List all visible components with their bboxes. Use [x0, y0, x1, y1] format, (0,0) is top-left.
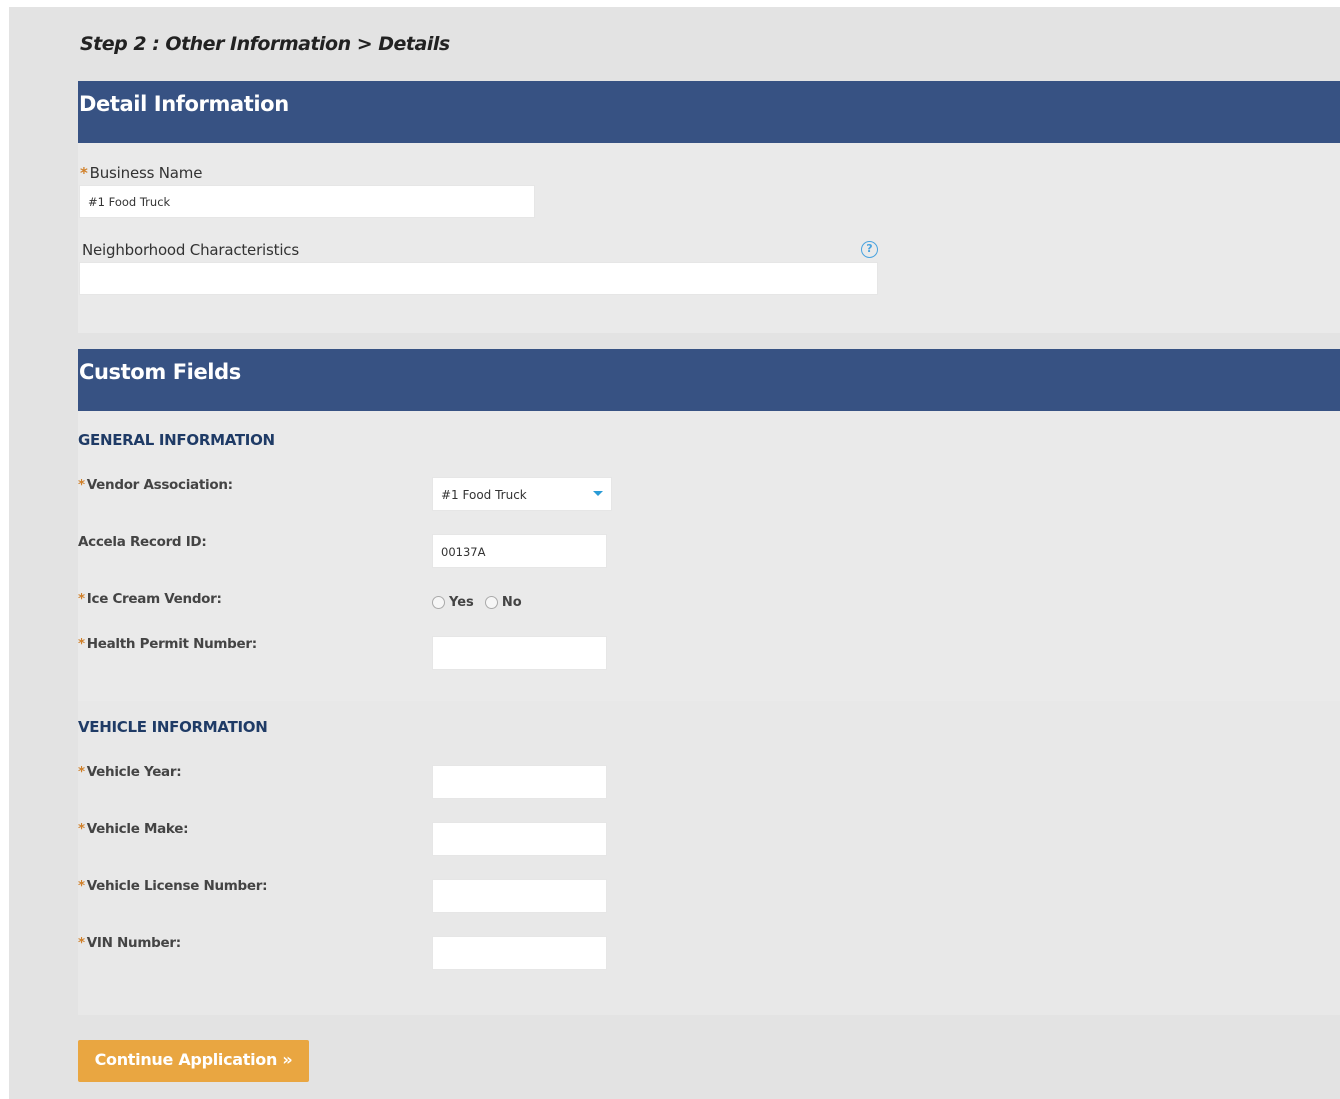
health-permit-number-label-text: Health Permit Number: [86, 636, 257, 652]
page-background: Step 2 : Other Information > Details Det… [9, 7, 1340, 1099]
accela-record-id-label: Accela Record ID: [78, 534, 207, 550]
custom-fields-header: Custom Fields [78, 349, 1340, 411]
required-mark: * [78, 821, 85, 837]
vehicle-make-label-text: Vehicle Make: [86, 821, 189, 837]
neighborhood-characteristics-input[interactable] [79, 262, 878, 295]
ice-cream-vendor-label: * Ice Cream Vendor: [78, 591, 222, 607]
detail-information-header: Detail Information [78, 81, 1340, 143]
vendor-association-value: #1 Food Truck [441, 488, 527, 502]
vehicle-year-input[interactable] [432, 765, 607, 799]
vehicle-license-number-input[interactable] [432, 879, 607, 913]
vehicle-make-label: * Vehicle Make: [78, 821, 188, 837]
required-mark: * [78, 935, 85, 951]
chevron-down-icon [593, 491, 603, 496]
radio-yes[interactable] [432, 596, 445, 609]
required-mark: * [78, 878, 85, 894]
vin-number-input[interactable] [432, 936, 607, 970]
required-mark: * [78, 764, 85, 780]
vendor-association-label: * Vendor Association: [78, 477, 233, 493]
vin-number-label: * VIN Number: [78, 935, 181, 951]
business-name-label-text: Business Name [89, 164, 203, 182]
detail-information-panel: * Business Name #1 Food Truck Neighborhoo… [78, 143, 1340, 333]
general-information-panel: GENERAL INFORMATION * Vendor Association:… [78, 411, 1340, 701]
detail-information-title: Detail Information [79, 92, 289, 116]
general-information-heading: GENERAL INFORMATION [78, 431, 275, 449]
radio-no[interactable] [484, 596, 498, 609]
vin-number-label-text: VIN Number: [86, 935, 181, 951]
vendor-association-select[interactable]: #1 Food Truck [432, 477, 612, 511]
vehicle-year-label: * Vehicle Year: [78, 764, 182, 780]
accela-record-id-input[interactable]: 00137A [432, 534, 607, 568]
business-name-input[interactable]: #1 Food Truck [79, 185, 535, 218]
continue-application-button[interactable]: Continue Application » [78, 1040, 309, 1082]
vehicle-information-panel: VEHICLE INFORMATION * Vehicle Year: * Vehi… [78, 701, 1340, 1015]
step-title: Step 2 : Other Information > Details [80, 33, 450, 55]
required-mark: * [78, 591, 85, 607]
vehicle-information-heading: VEHICLE INFORMATION [78, 718, 268, 736]
required-mark: * [80, 164, 88, 182]
neighborhood-characteristics-label: Neighborhood Characteristics [82, 241, 299, 259]
health-permit-number-label: * Health Permit Number: [78, 636, 257, 652]
vehicle-year-label-text: Vehicle Year: [86, 764, 182, 780]
ice-cream-vendor-radio-group: Yes No [432, 592, 528, 611]
vehicle-make-input[interactable] [432, 822, 607, 856]
required-mark: * [78, 477, 85, 493]
custom-fields-title: Custom Fields [79, 360, 241, 384]
radio-no-label[interactable]: No [502, 595, 522, 610]
vehicle-license-number-label: * Vehicle License Number: [78, 878, 268, 894]
radio-yes-label[interactable]: Yes [449, 595, 474, 610]
vehicle-license-number-label-text: Vehicle License Number: [86, 878, 268, 894]
business-name-label: * Business Name [80, 164, 202, 182]
vendor-association-label-text: Vendor Association: [86, 477, 233, 493]
ice-cream-vendor-label-text: Ice Cream Vendor: [86, 591, 222, 607]
health-permit-number-input[interactable] [432, 636, 607, 670]
required-mark: * [78, 636, 85, 652]
help-icon[interactable]: ? [861, 241, 878, 258]
